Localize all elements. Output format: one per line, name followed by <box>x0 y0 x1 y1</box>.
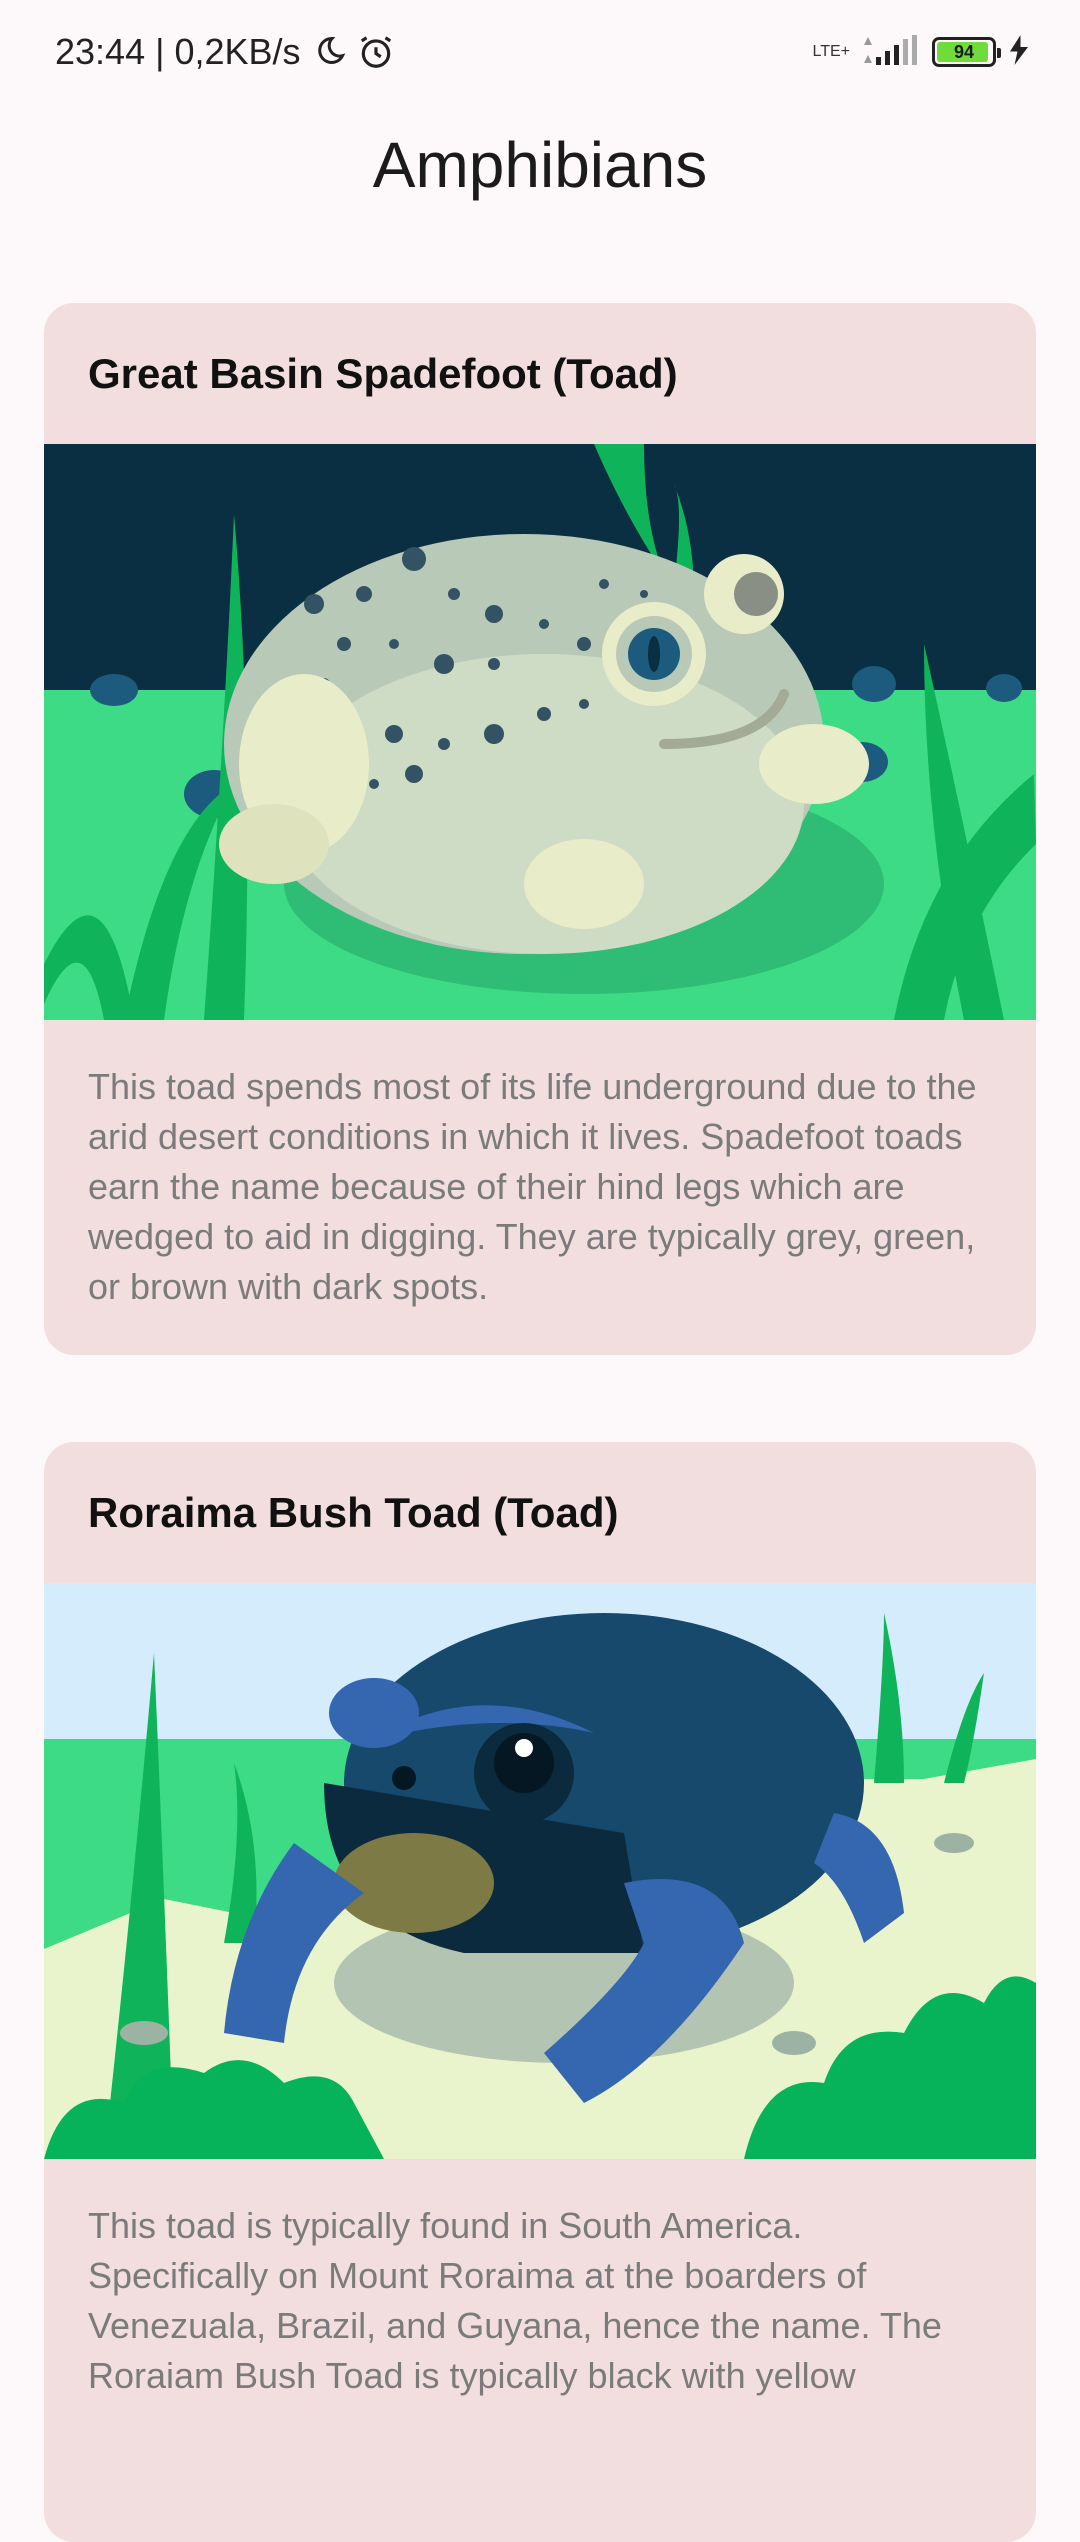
battery-level: 94 <box>953 41 975 62</box>
amphibian-card[interactable]: Roraima Bush Toad (Toad) This toad is ty… <box>44 1442 1036 2542</box>
alarm-icon <box>357 33 395 71</box>
card-description: This toad spends most of its life underg… <box>88 1066 977 1307</box>
charging-icon <box>1010 34 1028 70</box>
spadefoot-toad-image <box>44 444 1036 1020</box>
amphibian-card[interactable]: Great Basin Spadefoot (Toad) This toad s… <box>44 303 1036 1355</box>
battery-icon: 94 <box>932 37 1001 67</box>
status-separator: | <box>155 31 165 72</box>
status-net-speed: 0,2KB/s <box>174 31 301 72</box>
card-title: Roraima Bush Toad (Toad) <box>88 1488 619 1536</box>
status-left: 23:44 | 0,2KB/s <box>55 31 395 73</box>
status-right: LTE+ 94 <box>812 33 1028 72</box>
card-title: Great Basin Spadefoot (Toad) <box>88 349 678 397</box>
moon-icon <box>311 34 347 70</box>
status-time: 23:44 <box>55 31 146 72</box>
network-type: LTE+ <box>812 43 851 60</box>
bush-toad-image <box>44 1583 1036 2159</box>
card-description: This toad is typically found in South Am… <box>88 2205 942 2396</box>
page-title: Amphibians <box>372 129 708 201</box>
signal-icon <box>860 33 918 72</box>
status-bar: 23:44 | 0,2KB/s LTE+ 94 <box>0 0 1080 104</box>
